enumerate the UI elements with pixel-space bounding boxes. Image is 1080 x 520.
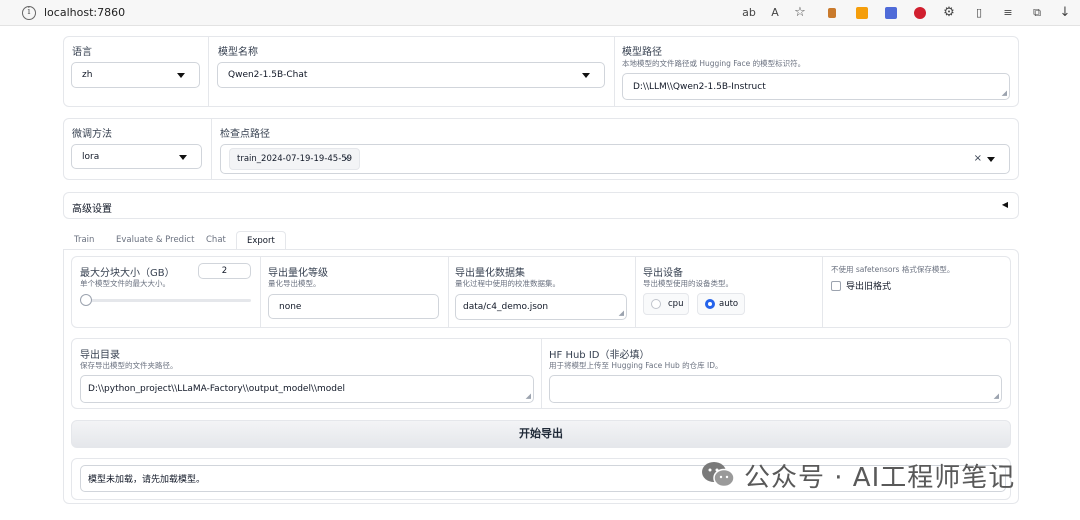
resize-handle-icon[interactable]: ◢ (526, 393, 531, 400)
shard-size-slider-thumb[interactable] (80, 294, 92, 306)
legacy-format-label: 导出旧格式 (846, 282, 892, 292)
export-dir-label: 导出目录 (80, 350, 120, 361)
model-path-label: 模型路径 (622, 47, 662, 58)
shard-size-slider-track[interactable] (82, 299, 251, 302)
lang-value: zh (82, 70, 93, 80)
legacy-format-info: 不使用 safetensors 格式保存模型。 (831, 265, 955, 274)
shard-size-info: 单个模型文件的最大大小。 (80, 279, 170, 288)
finetune-method-value: lora (82, 151, 100, 162)
model-path-input[interactable]: D:\\LLM\\Qwen2-1.5B-Instruct ◢ (622, 73, 1010, 100)
shard-size-number-input[interactable]: 2 (198, 263, 251, 279)
resize-handle-icon[interactable]: ◢ (1002, 90, 1007, 97)
advanced-settings-label: 高级设置 (72, 204, 112, 215)
chip-remove-icon[interactable]: × (343, 149, 350, 169)
model-name-dropdown[interactable]: Qwen2-1.5B-Chat (217, 62, 605, 88)
browser-toolbar: i localhost:7860 ab A ☆ ⚙ ▯ ≡ ⧉ ↓ (0, 0, 1080, 26)
checkpoint-chip[interactable]: train_2024-07-19-19-45-59 × (229, 148, 360, 170)
favorite-star-icon[interactable]: ☆ (793, 6, 807, 20)
clear-selection-icon[interactable]: × (974, 153, 982, 164)
quant-dataset-info: 量化过程中使用的校准数据集。 (455, 279, 560, 288)
chevron-down-icon (177, 73, 185, 78)
downloads-icon[interactable]: ↓ (1058, 6, 1072, 20)
shard-size-value: 2 (221, 266, 228, 276)
wechat-watermark: 公众号 · AI工程师笔记 (700, 457, 1015, 493)
shard-size-label: 最大分块大小（GB） (80, 268, 175, 279)
wechat-logo-icon (700, 460, 736, 490)
quant-dataset-label: 导出量化数据集 (455, 268, 525, 279)
device-option-label: cpu (668, 299, 684, 309)
watermark-text: 公众号 · AI工程师笔记 (744, 462, 1016, 493)
model-path-info: 本地模型的文件路径或 Hugging Face 的模型标识符。 (622, 59, 806, 68)
lang-label: 语言 (72, 47, 92, 58)
checkpoint-chip-label: train_2024-07-19-19-45-59 (237, 154, 353, 164)
device-label: 导出设备 (643, 268, 683, 279)
advanced-settings-accordion[interactable]: 高级设置 ◀ (63, 192, 1019, 219)
radio-checked-icon (705, 299, 715, 309)
read-aloud-icon[interactable]: ab (742, 6, 756, 20)
resize-handle-icon[interactable]: ◢ (619, 310, 624, 317)
extension-icon[interactable] (828, 8, 836, 18)
tab-chat[interactable]: Chat (206, 231, 226, 250)
lang-dropdown[interactable]: zh (71, 62, 200, 88)
hub-id-input[interactable]: ◢ (549, 375, 1002, 403)
favorites-icon[interactable]: ≡ (1001, 6, 1015, 20)
hub-id-info: 用于将模型上传至 Hugging Face Hub 的仓库 ID。 (549, 361, 723, 370)
export-dir-info: 保存导出模型的文件夹路径。 (80, 361, 178, 370)
legacy-format-checkbox[interactable] (831, 281, 841, 291)
start-export-button[interactable]: 开始导出 (71, 420, 1011, 448)
chevron-down-icon (179, 154, 187, 160)
device-info: 导出模型使用的设备类型。 (643, 279, 733, 288)
export-output-value: 模型未加载，请先加载模型。 (88, 475, 206, 485)
device-radio-auto[interactable]: auto (697, 293, 745, 315)
quant-bit-info: 量化导出模型。 (268, 279, 321, 288)
resize-handle-icon[interactable]: ◢ (994, 393, 999, 400)
extension-red-icon[interactable] (914, 7, 926, 19)
tab-evaluate-predict[interactable]: Evaluate & Predict (116, 231, 194, 250)
site-info-icon[interactable]: i (22, 6, 36, 20)
extension-translate-icon[interactable] (885, 7, 897, 19)
quant-bit-value: none (279, 301, 302, 312)
chevron-down-icon[interactable] (987, 157, 995, 162)
split-screen-icon[interactable]: ▯ (972, 6, 986, 20)
tab-export[interactable]: Export (236, 231, 286, 250)
chevron-down-icon (582, 73, 590, 78)
quant-dataset-value: data/c4_demo.json (463, 302, 549, 312)
collections-icon[interactable]: ⧉ (1030, 6, 1044, 20)
quant-dataset-input[interactable]: data/c4_demo.json ◢ (455, 294, 627, 320)
model-name-value: Qwen2-1.5B-Chat (228, 70, 308, 80)
hub-id-label: HF Hub ID（非必填） (549, 350, 650, 361)
model-name-label: 模型名称 (218, 47, 258, 58)
finetune-method-label: 微调方法 (72, 129, 112, 140)
export-dir-value: D:\\python_project\\LLaMA-Factory\\outpu… (88, 384, 346, 394)
extensions-puzzle-icon[interactable]: ⚙ (942, 6, 956, 20)
address-bar[interactable]: localhost:7860 (44, 6, 125, 19)
quant-bit-label: 导出量化等级 (268, 268, 328, 279)
checkpoint-label: 检查点路径 (220, 129, 270, 140)
extension-download-icon[interactable] (856, 7, 868, 19)
model-path-value: D:\\LLM\\Qwen2-1.5B-Instruct (633, 81, 766, 92)
device-option-label: auto (719, 299, 739, 309)
export-dir-input[interactable]: D:\\python_project\\LLaMA-Factory\\outpu… (80, 375, 534, 403)
quant-bit-dropdown[interactable]: none (268, 294, 439, 319)
tab-train[interactable]: Train (74, 231, 94, 250)
device-radio-cpu[interactable]: cpu (643, 293, 689, 315)
text-size-icon[interactable]: A (768, 6, 782, 20)
collapse-toggle-icon[interactable]: ◀ (1002, 200, 1008, 209)
finetune-method-dropdown[interactable]: lora (71, 144, 202, 169)
radio-unchecked-icon (651, 299, 661, 309)
